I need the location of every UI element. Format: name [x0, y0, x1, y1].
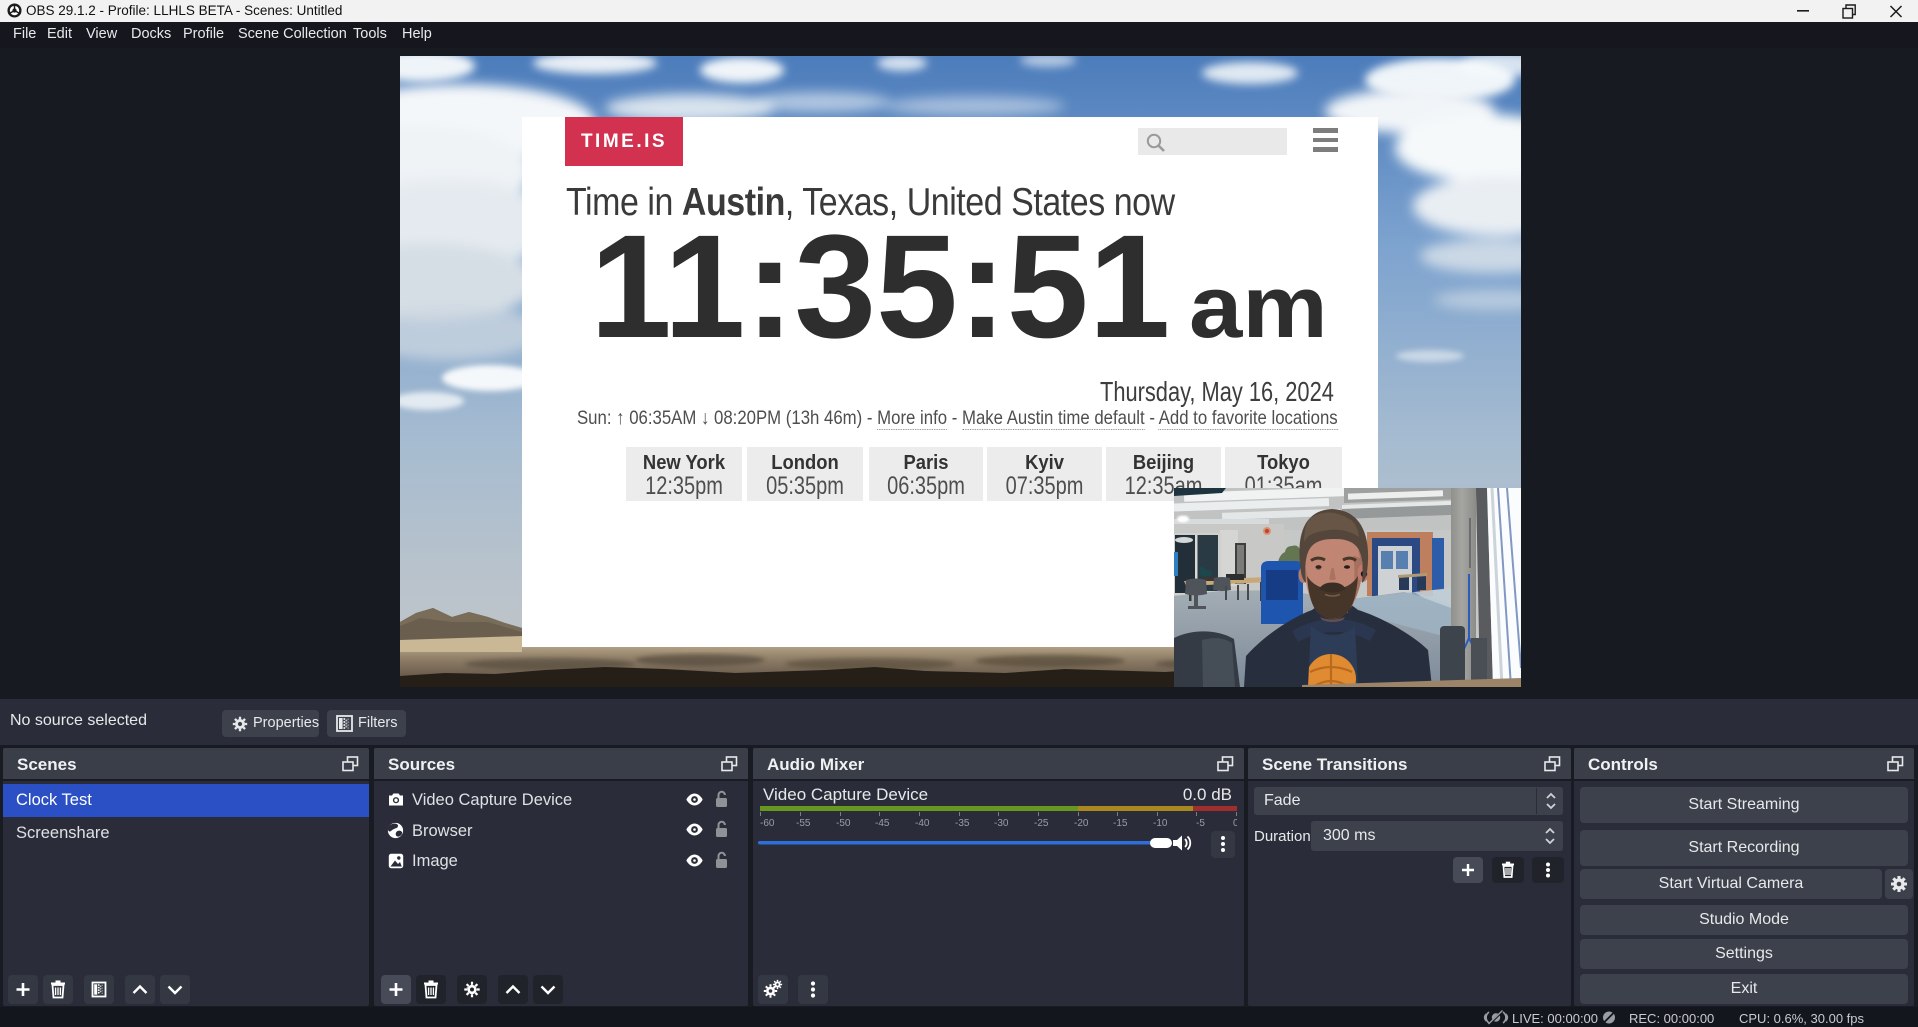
svg-text:-10: -10	[1153, 818, 1168, 828]
svg-text:-20: -20	[1074, 818, 1089, 828]
svg-text:-60: -60	[760, 818, 775, 828]
svg-text:-45: -45	[875, 818, 890, 828]
svg-text:0: 0	[1233, 818, 1237, 828]
svg-text:-25: -25	[1034, 818, 1049, 828]
svg-text:-35: -35	[955, 818, 970, 828]
svg-text:-5: -5	[1196, 818, 1205, 828]
svg-text:-50: -50	[836, 818, 851, 828]
svg-text:-15: -15	[1113, 818, 1128, 828]
svg-text:-30: -30	[994, 818, 1009, 828]
svg-text:-55: -55	[796, 818, 811, 828]
svg-text:-40: -40	[915, 818, 930, 828]
